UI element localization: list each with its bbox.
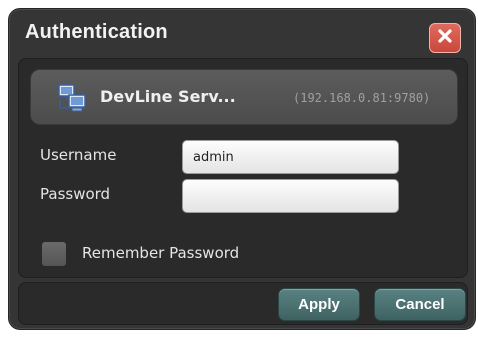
username-field[interactable] <box>182 140 399 174</box>
close-icon <box>437 28 453 48</box>
server-name: DevLine Serv... <box>100 87 236 106</box>
cancel-button[interactable]: Cancel <box>374 288 466 321</box>
apply-button[interactable]: Apply <box>278 288 360 321</box>
password-field[interactable] <box>182 179 399 213</box>
authentication-dialog: Authentication DevLine Serv... (192.168.… <box>8 8 476 330</box>
username-label: Username <box>40 146 117 164</box>
network-computers-icon <box>57 84 87 116</box>
close-button[interactable] <box>429 23 461 53</box>
remember-password-label[interactable]: Remember Password <box>82 244 239 262</box>
remember-password-checkbox[interactable] <box>41 241 67 267</box>
server-address: (192.168.0.81:9780) <box>293 91 431 105</box>
dialog-title: Authentication <box>25 21 168 43</box>
dialog-footer: Apply Cancel <box>18 282 468 325</box>
password-label: Password <box>40 185 111 203</box>
server-info-bar: DevLine Serv... (192.168.0.81:9780) <box>30 69 458 125</box>
dialog-body: DevLine Serv... (192.168.0.81:9780) User… <box>18 58 468 278</box>
